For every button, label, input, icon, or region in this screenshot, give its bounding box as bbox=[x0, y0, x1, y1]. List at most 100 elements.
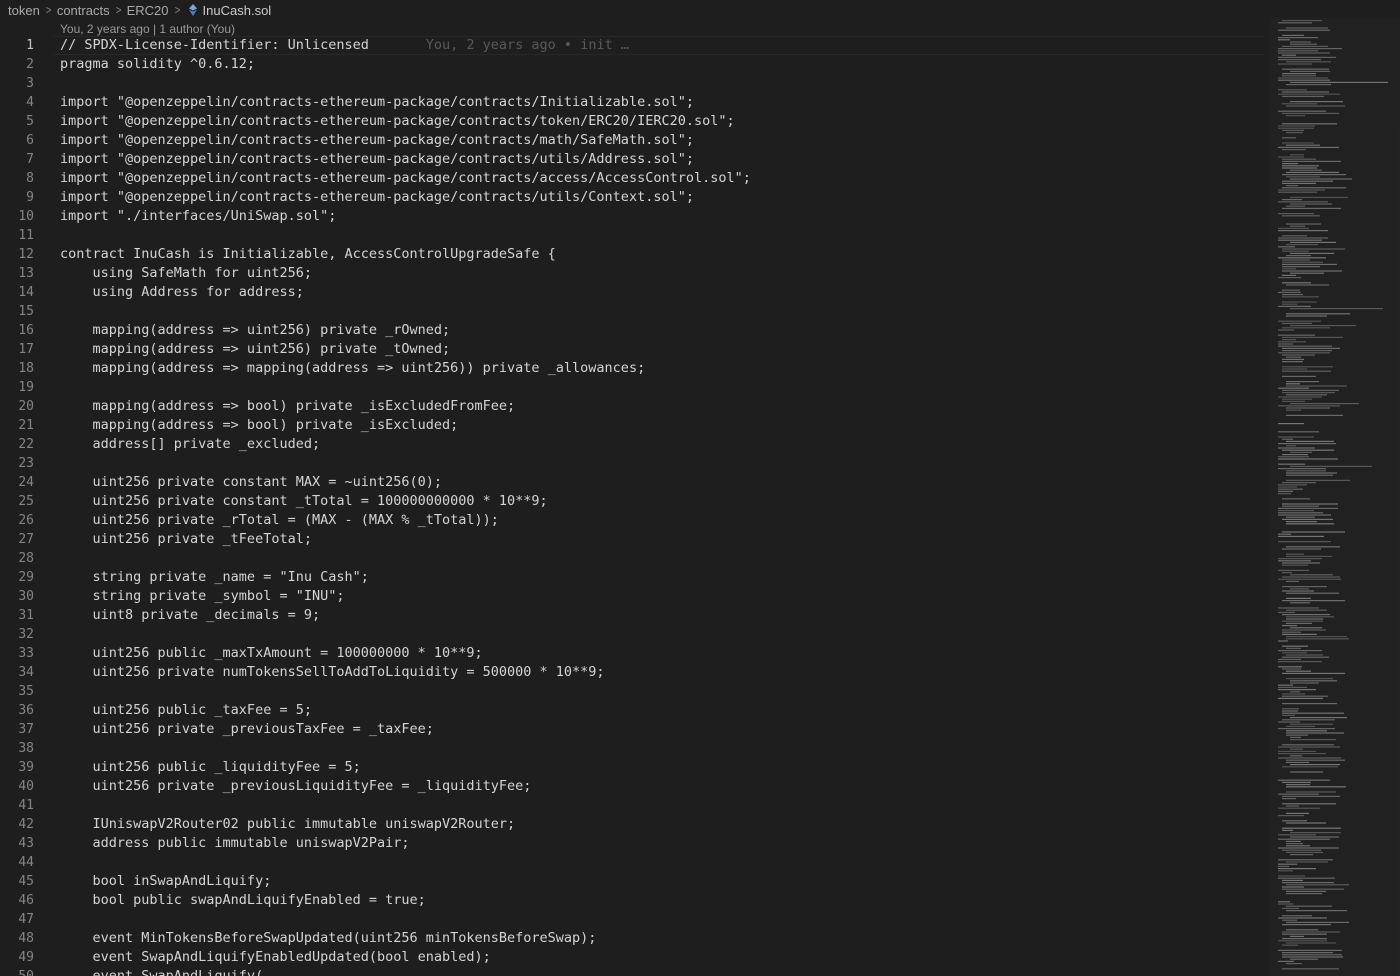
code-line[interactable]: 16 mapping(address => uint256) private _… bbox=[0, 321, 1270, 340]
code-text[interactable]: using Address for address; bbox=[60, 283, 304, 302]
code-line[interactable]: 23 bbox=[0, 454, 1270, 473]
code-line[interactable]: 32 bbox=[0, 625, 1270, 644]
code-line[interactable]: 24 uint256 private constant MAX = ~uint2… bbox=[0, 473, 1270, 492]
code-text[interactable]: import "@openzeppelin/contracts-ethereum… bbox=[60, 112, 735, 131]
code-line[interactable]: 43 address public immutable uniswapV2Pai… bbox=[0, 834, 1270, 853]
code-line[interactable]: 1 // SPDX-License-Identifier: Unlicensed … bbox=[0, 36, 1270, 55]
code-line[interactable]: 31 uint8 private _decimals = 9; bbox=[0, 606, 1270, 625]
code-text[interactable]: bool inSwapAndLiquify; bbox=[60, 872, 272, 891]
code-text[interactable]: pragma solidity ^0.6.12; bbox=[60, 55, 255, 74]
code-text[interactable]: uint256 private _rTotal = (MAX - (MAX % … bbox=[60, 511, 499, 530]
minimap[interactable] bbox=[1274, 18, 1394, 976]
code-line[interactable]: 12 contract InuCash is Initializable, Acc… bbox=[0, 245, 1270, 264]
code-line[interactable]: 13 using SafeMath for uint256; bbox=[0, 264, 1270, 283]
code-line[interactable]: 41 bbox=[0, 796, 1270, 815]
code-line[interactable]: 36 uint256 public _taxFee = 5; bbox=[0, 701, 1270, 720]
code-text[interactable]: uint256 public _liquidityFee = 5; bbox=[60, 758, 361, 777]
code-line[interactable]: 46 bool public swapAndLiquifyEnabled = t… bbox=[0, 891, 1270, 910]
code-line[interactable]: 44 bbox=[0, 853, 1270, 872]
code-text[interactable]: mapping(address => mapping(address => ui… bbox=[60, 359, 646, 378]
minimap-line bbox=[1278, 611, 1295, 613]
code-text[interactable]: string private _symbol = "INU"; bbox=[60, 587, 345, 606]
code-text[interactable]: IUniswapV2Router02 public immutable unis… bbox=[60, 815, 516, 834]
code-line[interactable]: 19 bbox=[0, 378, 1270, 397]
code-line[interactable]: 22 address[] private _excluded; bbox=[0, 435, 1270, 454]
minimap-line bbox=[1278, 246, 1295, 248]
code-line[interactable]: 37 uint256 private _previousTaxFee = _ta… bbox=[0, 720, 1270, 739]
code-line[interactable]: 34 uint256 private numTokensSellToAddToL… bbox=[0, 663, 1270, 682]
code-line[interactable]: 27 uint256 private _tFeeTotal; bbox=[0, 530, 1270, 549]
code-line[interactable]: 35 bbox=[0, 682, 1270, 701]
code-line[interactable]: 6 import "@openzeppelin/contracts-ethereu… bbox=[0, 131, 1270, 150]
code-text[interactable]: mapping(address => bool) private _isExcl… bbox=[60, 397, 516, 416]
code-line[interactable]: 5 import "@openzeppelin/contracts-ethereu… bbox=[0, 112, 1270, 131]
code-line[interactable]: 21 mapping(address => bool) private _isE… bbox=[0, 416, 1270, 435]
code-text[interactable]: uint256 private constant MAX = ~uint256(… bbox=[60, 473, 443, 492]
code-line[interactable]: 28 bbox=[0, 549, 1270, 568]
code-line[interactable]: 17 mapping(address => uint256) private _… bbox=[0, 340, 1270, 359]
code-text[interactable]: // SPDX-License-Identifier: Unlicensed Y… bbox=[60, 36, 629, 55]
code-text[interactable]: address[] private _excluded; bbox=[60, 435, 321, 454]
code-line[interactable]: 2 pragma solidity ^0.6.12; bbox=[0, 55, 1270, 74]
breadcrumb-item-contracts[interactable]: contracts bbox=[57, 3, 110, 18]
code-text[interactable]: mapping(address => uint256) private _tOw… bbox=[60, 340, 451, 359]
code-line[interactable]: 18 mapping(address => mapping(address =>… bbox=[0, 359, 1270, 378]
code-line[interactable]: 11 bbox=[0, 226, 1270, 245]
code-text[interactable]: using SafeMath for uint256; bbox=[60, 264, 312, 283]
code-line[interactable]: 39 uint256 public _liquidityFee = 5; bbox=[0, 758, 1270, 777]
code-line[interactable]: 8 import "@openzeppelin/contracts-ethereu… bbox=[0, 169, 1270, 188]
code-line[interactable]: 7 import "@openzeppelin/contracts-ethereu… bbox=[0, 150, 1270, 169]
code-text[interactable]: uint256 public _taxFee = 5; bbox=[60, 701, 312, 720]
code-text[interactable]: import "@openzeppelin/contracts-ethereum… bbox=[60, 188, 694, 207]
code-text[interactable]: event SwapAndLiquify( bbox=[60, 967, 264, 976]
code-line[interactable]: 29 string private _name = "Inu Cash"; bbox=[0, 568, 1270, 587]
code-text[interactable]: mapping(address => bool) private _isExcl… bbox=[60, 416, 459, 435]
code-text[interactable]: import "@openzeppelin/contracts-ethereum… bbox=[60, 169, 751, 188]
code-line[interactable]: 50 event SwapAndLiquify( bbox=[0, 967, 1270, 976]
breadcrumb-item-file[interactable]: InuCash.sol bbox=[203, 3, 272, 18]
code-line[interactable]: 45 bool inSwapAndLiquify; bbox=[0, 872, 1270, 891]
breadcrumb-item-erc20[interactable]: ERC20 bbox=[127, 3, 169, 18]
code-text[interactable]: address public immutable uniswapV2Pair; bbox=[60, 834, 410, 853]
code-text[interactable]: uint256 public _maxTxAmount = 100000000 … bbox=[60, 644, 483, 663]
code-text[interactable]: import "@openzeppelin/contracts-ethereum… bbox=[60, 93, 694, 112]
code-editor[interactable]: 1 // SPDX-License-Identifier: Unlicensed … bbox=[0, 36, 1270, 976]
code-text[interactable]: uint256 private _previousTaxFee = _taxFe… bbox=[60, 720, 434, 739]
code-line[interactable]: 20 mapping(address => bool) private _isE… bbox=[0, 397, 1270, 416]
code-line[interactable]: 3 bbox=[0, 74, 1270, 93]
breadcrumb-item-token[interactable]: token bbox=[8, 3, 40, 18]
code-text[interactable]: mapping(address => uint256) private _rOw… bbox=[60, 321, 451, 340]
code-text[interactable]: uint8 private _decimals = 9; bbox=[60, 606, 321, 625]
code-text[interactable]: contract InuCash is Initializable, Acces… bbox=[60, 245, 556, 264]
minimap-line bbox=[1282, 354, 1315, 356]
minimap-line bbox=[1282, 849, 1321, 851]
code-line[interactable]: 15 bbox=[0, 302, 1270, 321]
code-text[interactable]: string private _name = "Inu Cash"; bbox=[60, 568, 369, 587]
code-line[interactable]: 14 using Address for address; bbox=[0, 283, 1270, 302]
code-text[interactable]: uint256 private _tFeeTotal; bbox=[60, 530, 312, 549]
code-line[interactable]: 48 event MinTokensBeforeSwapUpdated(uint… bbox=[0, 929, 1270, 948]
code-line[interactable]: 26 uint256 private _rTotal = (MAX - (MAX… bbox=[0, 511, 1270, 530]
code-text[interactable]: event MinTokensBeforeSwapUpdated(uint256… bbox=[60, 929, 597, 948]
code-text[interactable]: uint256 private numTokensSellToAddToLiqu… bbox=[60, 663, 605, 682]
code-text[interactable]: import "./interfaces/UniSwap.sol"; bbox=[60, 207, 336, 226]
code-line[interactable]: 33 uint256 public _maxTxAmount = 1000000… bbox=[0, 644, 1270, 663]
code-text[interactable]: event SwapAndLiquifyEnabledUpdated(bool … bbox=[60, 948, 491, 967]
code-line[interactable]: 4 import "@openzeppelin/contracts-ethereu… bbox=[0, 93, 1270, 112]
code-line[interactable]: 10 import "./interfaces/UniSwap.sol"; bbox=[0, 207, 1270, 226]
code-text[interactable]: import "@openzeppelin/contracts-ethereum… bbox=[60, 131, 694, 150]
code-line[interactable]: 40 uint256 private _previousLiquidityFee… bbox=[0, 777, 1270, 796]
code-line[interactable]: 9 import "@openzeppelin/contracts-ethereu… bbox=[0, 188, 1270, 207]
code-line[interactable]: 49 event SwapAndLiquifyEnabledUpdated(bo… bbox=[0, 948, 1270, 967]
code-line[interactable]: 30 string private _symbol = "INU"; bbox=[0, 587, 1270, 606]
code-text[interactable]: bool public swapAndLiquifyEnabled = true… bbox=[60, 891, 426, 910]
code-content: bool inSwapAndLiquify; bbox=[60, 873, 272, 889]
code-line[interactable]: 47 bbox=[0, 910, 1270, 929]
code-line[interactable]: 25 uint256 private constant _tTotal = 10… bbox=[0, 492, 1270, 511]
code-line[interactable]: 42 IUniswapV2Router02 public immutable u… bbox=[0, 815, 1270, 834]
code-text[interactable]: uint256 private constant _tTotal = 10000… bbox=[60, 492, 548, 511]
minimap-line bbox=[1278, 697, 1323, 699]
code-line[interactable]: 38 bbox=[0, 739, 1270, 758]
code-text[interactable]: uint256 private _previousLiquidityFee = … bbox=[60, 777, 532, 796]
code-text[interactable]: import "@openzeppelin/contracts-ethereum… bbox=[60, 150, 694, 169]
